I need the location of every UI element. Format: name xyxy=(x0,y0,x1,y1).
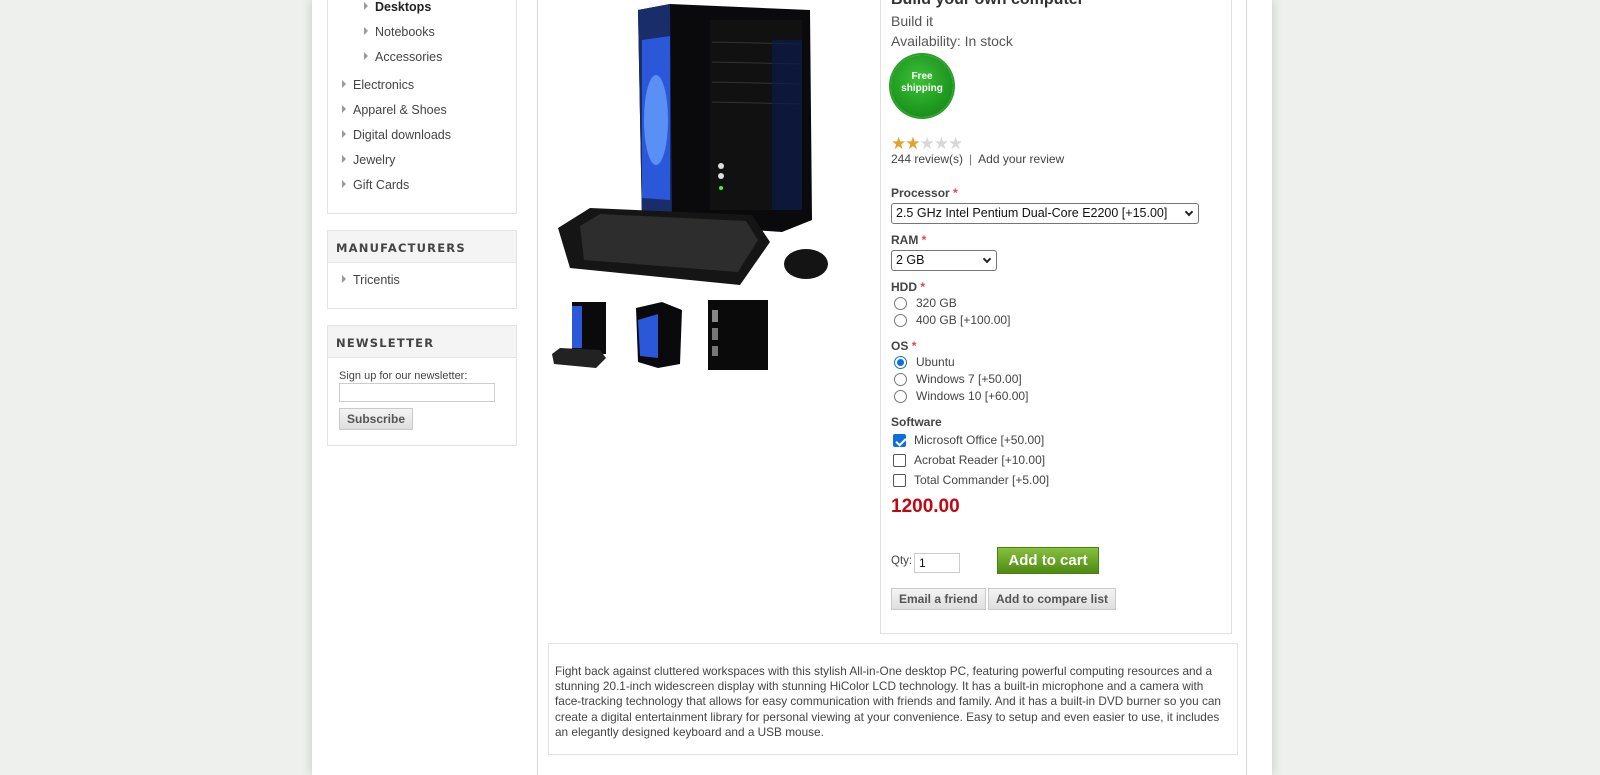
os-option-windows-10[interactable]: Windows 10 [+60.00] xyxy=(894,389,1028,403)
newsletter-email-input[interactable] xyxy=(339,383,495,402)
subscribe-button[interactable]: Subscribe xyxy=(339,408,414,430)
hdd-label: HDD * xyxy=(891,280,926,294)
main-column: Build your own computer Build it Availab… xyxy=(537,0,1247,775)
product-price: 1200.00 xyxy=(891,496,960,517)
os-option-windows-7[interactable]: Windows 7 [+50.00] xyxy=(894,372,1022,386)
category-electronics[interactable]: Electronics xyxy=(342,78,414,92)
star-icon: ★ xyxy=(933,134,949,153)
ram-label: RAM * xyxy=(891,233,927,247)
checkbox[interactable] xyxy=(893,454,906,467)
newsletter-block: NEWSLETTER Sign up for our newsletter: S… xyxy=(327,325,517,446)
radio-button-selected[interactable] xyxy=(894,356,907,369)
software-option-acrobat-reader[interactable]: Acrobat Reader [+10.00] xyxy=(893,453,1045,467)
triangle-right-icon xyxy=(342,155,346,163)
triangle-right-icon xyxy=(364,27,368,35)
os-option-ubuntu[interactable]: Ubuntu xyxy=(894,355,955,369)
star-icon: ★ xyxy=(919,134,935,153)
triangle-right-icon xyxy=(342,275,346,283)
hdd-option-320gb[interactable]: 320 GB xyxy=(894,296,957,310)
hdd-option-400gb[interactable]: 400 GB [+100.00] xyxy=(894,313,1010,327)
email-friend-button[interactable]: Email a friend xyxy=(891,588,986,610)
triangle-right-icon xyxy=(342,180,346,188)
product-main-image[interactable] xyxy=(550,0,870,290)
full-description: Fight back against cluttered workspaces … xyxy=(548,643,1238,755)
product-thumbnail-2[interactable] xyxy=(628,300,690,370)
ram-select[interactable]: 2 GB xyxy=(891,250,997,271)
processor-select[interactable]: 2.5 GHz Intel Pentium Dual-Core E2200 [+… xyxy=(891,203,1199,224)
product-thumbnail-1[interactable] xyxy=(550,300,612,370)
software-label: Software xyxy=(891,415,942,429)
triangle-right-icon xyxy=(342,80,346,88)
manufacturers-title: MANUFACTURERS xyxy=(328,231,516,263)
product-name: Build your own computer xyxy=(891,0,1084,9)
os-label: OS * xyxy=(891,339,917,353)
category-desktops[interactable]: Desktops xyxy=(364,0,431,14)
star-icon: ★ xyxy=(948,134,963,153)
desktop-computer-picture xyxy=(558,4,828,285)
checkbox[interactable] xyxy=(893,474,906,487)
add-to-cart-button[interactable]: Add to cart xyxy=(997,547,1099,574)
newsletter-label: Sign up for our newsletter: xyxy=(339,370,468,382)
qty-label: Qty: xyxy=(891,555,913,567)
qty-input[interactable] xyxy=(914,553,960,573)
software-option-ms-office[interactable]: Microsoft Office [+50.00] xyxy=(893,433,1044,447)
category-digital-downloads[interactable]: Digital downloads xyxy=(342,128,451,142)
radio-button[interactable] xyxy=(894,373,907,386)
category-gift-cards[interactable]: Gift Cards xyxy=(342,178,409,192)
product-overview: Build your own computer Build it Availab… xyxy=(880,0,1232,634)
category-accessories[interactable]: Accessories xyxy=(364,50,442,64)
checkbox-checked[interactable] xyxy=(893,434,906,447)
manufacturer-tricentis[interactable]: Tricentis xyxy=(342,273,400,287)
radio-button[interactable] xyxy=(894,314,907,327)
product-thumbnail-3[interactable] xyxy=(706,300,768,370)
category-apparel-shoes[interactable]: Apparel & Shoes xyxy=(342,103,447,117)
category-notebooks[interactable]: Notebooks xyxy=(364,25,435,39)
free-shipping-badge: Free shipping xyxy=(891,55,953,117)
newsletter-title: NEWSLETTER xyxy=(328,326,516,358)
triangle-right-icon xyxy=(364,2,368,10)
categories-block: Desktops Notebooks Accessories Electroni… xyxy=(327,0,517,214)
manufacturers-block: MANUFACTURERS Tricentis xyxy=(327,230,517,309)
product-short-description: Build it xyxy=(891,13,934,29)
reviews-row: 244 review(s) | Add your review xyxy=(891,152,1065,166)
triangle-right-icon xyxy=(342,105,346,113)
processor-label: Processor * xyxy=(891,186,958,200)
chevron-down-icon xyxy=(1184,207,1194,217)
page-container: Desktops Notebooks Accessories Electroni… xyxy=(312,0,1272,775)
radio-button[interactable] xyxy=(894,297,907,310)
category-jewelry[interactable]: Jewelry xyxy=(342,153,395,167)
star-icon: ★ xyxy=(905,134,920,153)
add-review-link[interactable]: Add your review xyxy=(978,152,1064,166)
radio-button[interactable] xyxy=(894,390,907,403)
availability: Availability: In stock xyxy=(891,33,1013,49)
triangle-right-icon xyxy=(342,130,346,138)
triangle-right-icon xyxy=(364,52,368,60)
chevron-down-icon xyxy=(982,254,992,264)
add-to-compare-button[interactable]: Add to compare list xyxy=(988,588,1117,610)
rating-stars: ★★★★★ xyxy=(891,134,963,153)
star-icon: ★ xyxy=(891,134,906,153)
reviews-count-link[interactable]: 244 review(s) xyxy=(891,152,963,166)
software-option-total-commander[interactable]: Total Commander [+5.00] xyxy=(893,473,1049,487)
